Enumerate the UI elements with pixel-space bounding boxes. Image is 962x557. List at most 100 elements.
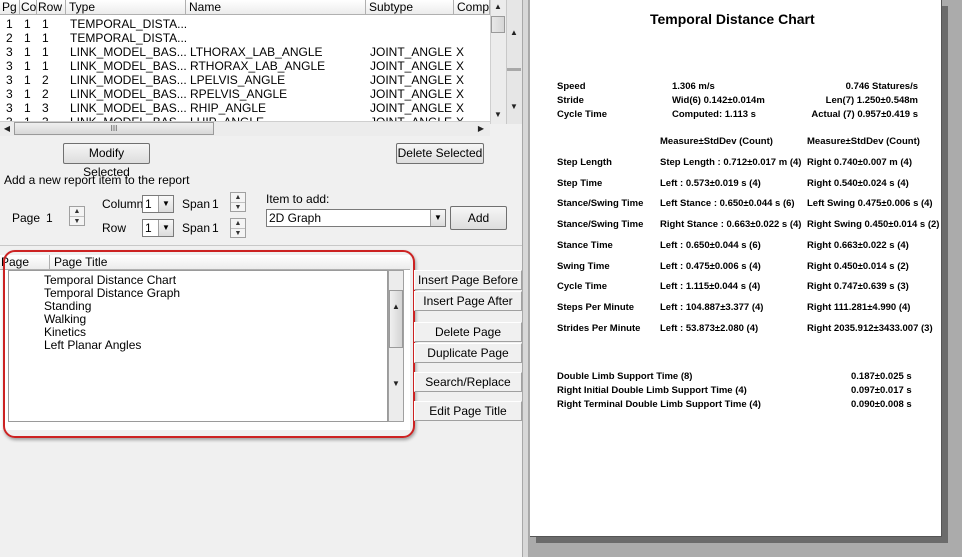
add-item-section-label: Add a new report item to the report (4, 173, 190, 187)
column-select[interactable]: 1 ▼ (142, 195, 174, 213)
measure-left: Left : 0.573±0.019 s (4) (660, 178, 761, 189)
row-select-value: 1 (145, 221, 152, 235)
measure-label: Step Time (557, 178, 603, 189)
scroll-right-icon[interactable]: ▶ (476, 124, 486, 133)
column-select-value: 1 (145, 197, 152, 211)
table-cell-subtype: JOINT_ANGLE (370, 101, 453, 115)
duplicate-page-button[interactable]: Duplicate Page (414, 343, 522, 363)
chevron-down-icon[interactable]: ▼ (158, 220, 173, 236)
delete-page-button[interactable]: Delete Page (414, 322, 522, 342)
add-button[interactable]: Add (450, 206, 507, 230)
table-cell-type: TEMPORAL_DISTA... (70, 31, 188, 45)
table-cell-col: 1 (24, 17, 31, 31)
splitter[interactable] (522, 0, 529, 557)
pane-scroll-thumb[interactable] (507, 68, 521, 71)
measure-right: Right 0.663±0.022 s (4) (807, 240, 909, 251)
table-vscroll-thumb[interactable] (491, 16, 505, 33)
item-to-add-label: Item to add: (266, 192, 330, 206)
span-col-spinner[interactable]: ▲ ▼ (230, 192, 246, 212)
measure-left: Right Stance : 0.663±0.022 s (4) (660, 219, 802, 230)
measure-left: Left : 1.115±0.044 s (4) (660, 281, 761, 292)
table-cell-col: 1 (24, 31, 31, 45)
table-cell-name: RPELVIS_ANGLE (190, 87, 288, 101)
table-cell-pg: 3 (6, 45, 13, 59)
modify-selected-button[interactable]: Modify Selected (63, 143, 150, 179)
divider (0, 245, 522, 246)
highlight-outline (3, 250, 415, 438)
span-col-value: 1 (212, 197, 219, 211)
measure-left: Left : 104.887±3.377 (4) (660, 302, 764, 313)
measure-label: Steps Per Minute (557, 302, 635, 313)
measure-right: Right 0.747±0.639 s (3) (807, 281, 909, 292)
search-replace-button[interactable]: Search/Replace (414, 372, 522, 392)
measure-header: Measure±StdDev (Count) (807, 136, 920, 147)
row-select[interactable]: 1 ▼ (142, 219, 174, 237)
table-cell-comp: X (456, 87, 465, 101)
measure-label: Step Length (557, 157, 612, 168)
table-cell-subtype: JOINT_ANGLE (370, 45, 453, 59)
col-header-comp[interactable]: Comp (454, 0, 490, 15)
col-header-pg[interactable]: Pg (0, 0, 20, 15)
double-support-value: 0.097±0.017 s (851, 385, 912, 396)
span-col-label: Span (182, 197, 211, 211)
edit-page-title-button[interactable]: Edit Page Title (414, 401, 522, 421)
table-cell-type: TEMPORAL_DISTA... (70, 17, 188, 31)
double-support-label: Right Initial Double Limb Support Time (… (557, 385, 747, 396)
measure-header: Measure±StdDev (Count) (660, 136, 773, 147)
col-header-type[interactable]: Type (66, 0, 186, 15)
col-header-subtype[interactable]: Subtype (366, 0, 454, 15)
measure-label: Stance Time (557, 240, 613, 251)
page-spinner[interactable]: ▲ ▼ (69, 206, 85, 226)
pane-scroll-down-icon[interactable]: ▼ (508, 102, 520, 111)
scroll-down-icon[interactable]: ▼ (491, 110, 505, 119)
chevron-down-icon[interactable]: ▼ (158, 196, 173, 212)
measure-label: Cycle Time (557, 281, 607, 292)
table-cell-row: 1 (42, 59, 49, 73)
measure-left: Left : 0.475±0.006 s (4) (660, 261, 761, 272)
row-label: Row (102, 221, 127, 235)
pane-scroll-up-icon[interactable]: ▲ (508, 28, 520, 37)
table-cell-name: RHIP_ANGLE (190, 101, 267, 115)
measure-label: Strides Per Minute (557, 323, 641, 334)
table-cell-comp: X (456, 59, 465, 73)
table-cell-col: 1 (24, 45, 31, 59)
table-cell-subtype: JOINT_ANGLE (370, 59, 453, 73)
table-cell-pg: 1 (6, 17, 13, 31)
summary-label: Speed (557, 81, 586, 92)
table-cell-type: LINK_MODEL_BAS... (70, 59, 187, 73)
table-cell-type: LINK_MODEL_BAS... (70, 87, 187, 101)
col-header-col[interactable]: Col (20, 0, 39, 15)
table-cell-pg: 3 (6, 59, 13, 73)
table-hscroll-thumb[interactable]: III (14, 122, 214, 135)
table-cell-row: 2 (42, 73, 49, 87)
measure-left: Step Length : 0.712±0.017 m (4) (660, 157, 802, 168)
double-support-label: Right Terminal Double Limb Support Time … (557, 399, 761, 410)
measure-label: Stance/Swing Time (557, 198, 644, 209)
table-cell-col: 1 (24, 59, 31, 73)
insert-page-after-button[interactable]: Insert Page After (414, 291, 522, 311)
chevron-down-icon[interactable]: ▼ (430, 210, 445, 226)
col-header-row[interactable]: Row (37, 0, 66, 15)
column-label: Column (102, 197, 144, 211)
measure-right: Left Swing 0.475±0.006 s (4) (807, 198, 933, 209)
scroll-left-icon[interactable]: ◀ (2, 124, 12, 133)
delete-selected-button[interactable]: Delete Selected (396, 143, 484, 164)
item-to-add-select[interactable]: 2D Graph ▼ (266, 209, 446, 227)
table-cell-type: LINK_MODEL_BAS... (70, 73, 187, 87)
measure-right: Right 0.540±0.024 s (4) (807, 178, 909, 189)
table-cell-pg: 2 (6, 31, 13, 45)
table-cell-type: LINK_MODEL_BAS... (70, 101, 187, 115)
table-cell-type: LINK_MODEL_BAS... (70, 45, 187, 59)
table-cell-pg: 3 (6, 87, 13, 101)
double-support-value: 0.090±0.008 s (851, 399, 912, 410)
scroll-up-icon[interactable]: ▲ (491, 2, 505, 11)
summary-mid: Computed: 1.113 s (672, 109, 756, 120)
report-page-shadow-right (942, 6, 948, 543)
table-cell-row: 1 (42, 31, 49, 45)
insert-page-before-button[interactable]: Insert Page Before (414, 270, 522, 290)
span-row-spinner[interactable]: ▲ ▼ (230, 218, 246, 238)
summary-right: Actual (7) 0.957±0.419 s (811, 109, 918, 120)
col-header-name[interactable]: Name (186, 0, 366, 15)
measure-right: Right 0.740±0.007 m (4) (807, 157, 913, 168)
summary-mid: 1.306 m/s (672, 81, 715, 92)
